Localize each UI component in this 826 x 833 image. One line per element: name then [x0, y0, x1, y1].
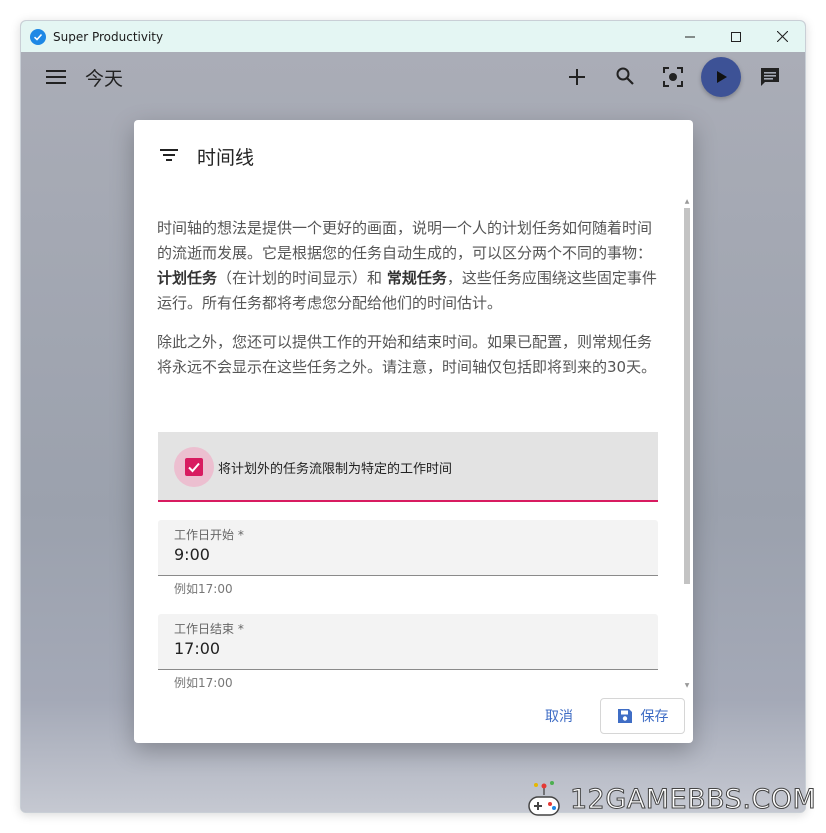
watermark: 12GAMEBBS.COM	[526, 778, 816, 820]
work-end-value[interactable]: 17:00	[174, 639, 220, 658]
play-button[interactable]	[701, 57, 741, 97]
gamepad-logo-icon	[528, 781, 560, 816]
dialog-content: 时间轴的想法是提供一个更好的画面，说明一个人的计划任务如何随着时间的流逝而发展。…	[157, 216, 658, 380]
scroll-down-icon[interactable]: ▼	[683, 682, 691, 690]
app-logo-icon	[30, 28, 46, 45]
play-icon	[717, 71, 727, 83]
checkbox-ripple	[174, 447, 214, 487]
scheduled-tasks-term: 计划任务	[157, 269, 218, 287]
minimize-icon[interactable]	[667, 21, 713, 52]
work-end-hint: 例如17:00	[174, 676, 233, 690]
watermark-text: 12GAMEBBS.COM	[569, 783, 817, 815]
description-paragraph: 时间轴的想法是提供一个更好的画面，说明一个人的计划任务如何随着时间的流逝而发展。…	[157, 219, 657, 312]
save-label: 保存	[640, 709, 669, 725]
add-icon[interactable]	[567, 67, 587, 87]
filter-icon	[158, 144, 180, 170]
restrict-hours-checkbox[interactable]	[185, 458, 203, 476]
work-start-value[interactable]: 9:00	[174, 545, 210, 564]
maximize-icon[interactable]	[713, 21, 759, 52]
dialog-header: 时间线	[134, 120, 693, 192]
regular-tasks-term: 常规任务	[386, 269, 447, 287]
cancel-button[interactable]: 取消	[530, 698, 588, 734]
dialog-scrollbar[interactable]: ▲ ▼	[682, 198, 692, 690]
check-icon	[188, 462, 200, 473]
work-end-field[interactable]: 工作日结束 * 17:00	[158, 614, 658, 670]
close-icon[interactable]	[759, 21, 805, 52]
restrict-hours-checkbox-row[interactable]: 将计划外的任务流限制为特定的工作时间	[158, 432, 658, 502]
scroll-up-icon[interactable]: ▲	[683, 198, 691, 206]
main-toolbar: 今天	[21, 52, 805, 102]
dialog-actions: 取消 保存	[134, 698, 693, 738]
save-icon	[617, 709, 632, 723]
chat-icon[interactable]	[759, 66, 781, 88]
work-start-label: 工作日开始 *	[174, 528, 244, 542]
search-icon[interactable]	[615, 66, 635, 86]
scrollbar-thumb[interactable]	[684, 208, 690, 584]
work-end-label: 工作日结束 *	[174, 622, 244, 636]
timeline-dialog: 时间线 时间轴的想法是提供一个更好的画面，说明一个人的计划任务如何随着时间的流逝…	[134, 120, 693, 743]
checkbox-label: 将计划外的任务流限制为特定的工作时间	[218, 462, 453, 477]
work-start-hint: 例如17:00	[174, 582, 233, 596]
title-bar: Super Productivity	[21, 21, 805, 52]
save-button[interactable]: 保存	[600, 698, 685, 734]
work-hours-paragraph: 除此之外，您还可以提供工作的开始和结束时间。如果已配置，则常规任务将永远不会显示…	[157, 333, 657, 376]
focus-icon[interactable]	[662, 66, 684, 88]
work-start-field[interactable]: 工作日开始 * 9:00	[158, 520, 658, 576]
dialog-title: 时间线	[197, 147, 255, 169]
page-title: 今天	[85, 68, 124, 90]
window-title: Super Productivity	[53, 29, 164, 44]
menu-icon[interactable]	[46, 67, 66, 87]
